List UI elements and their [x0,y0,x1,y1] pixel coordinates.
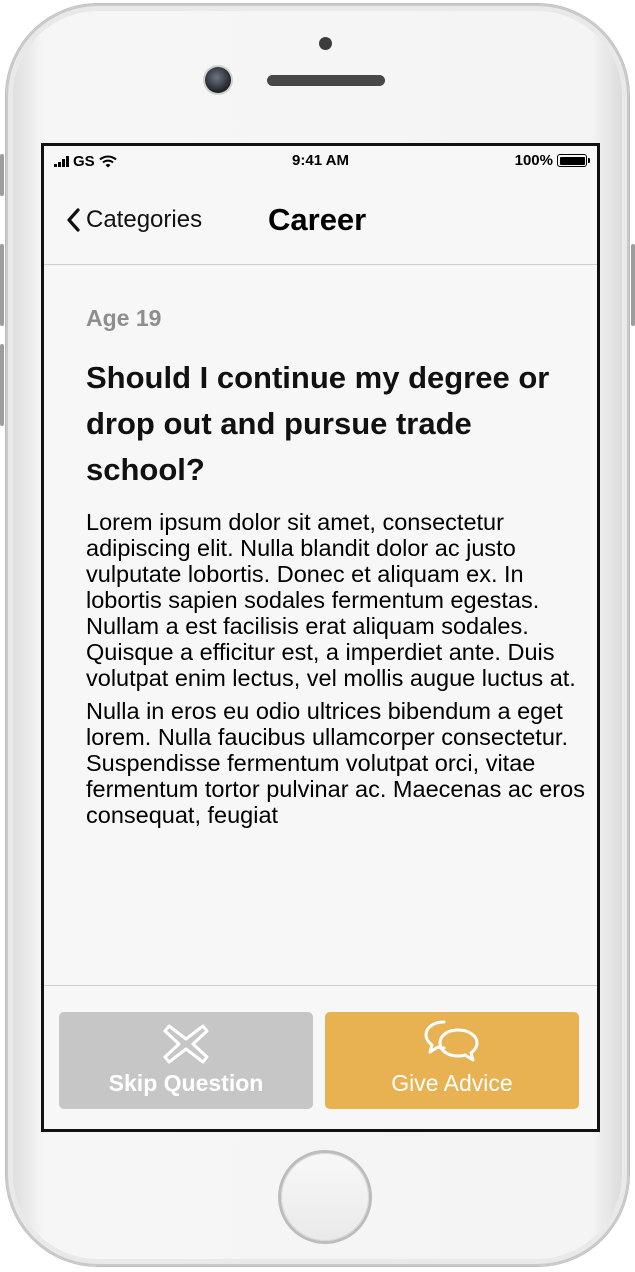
status-bar: GS 9:41 AM 100% [44,146,597,176]
chevron-left-icon [67,208,80,232]
action-bar: Skip Question Give Advice [44,985,597,1129]
page-title: Career [268,202,367,237]
back-button-label: Categories [86,206,203,233]
question-paragraph: Lorem ipsum dolor sit amet, consectetur … [86,509,576,691]
question-body: Lorem ipsum dolor sit amet, consectetur … [86,509,586,835]
front-camera [205,67,231,93]
asker-age: Age 19 [86,305,162,331]
question-paragraph: Nulla in eros eu odio ultrices bibendum … [86,698,585,828]
skip-question-label: Skip Question [108,1070,264,1096]
close-x-icon [163,1024,209,1064]
question-title: Should I continue my degree or drop out … [86,360,550,487]
battery-icon [557,154,590,167]
mute-switch [0,154,4,196]
earpiece-speaker [267,75,385,86]
volume-up-button [0,244,4,326]
skip-question-button[interactable]: Skip Question [59,1012,313,1109]
give-advice-label: Give Advice [391,1070,513,1096]
proximity-sensor [319,37,332,50]
battery-percent: 100% [514,152,553,169]
back-button[interactable]: Categories [66,206,202,234]
navigation-bar: Categories Career [44,176,597,265]
chat-bubbles-icon [424,1020,479,1062]
volume-down-button [0,344,4,426]
power-button [631,244,635,326]
question-content[interactable]: Age 19 Should I continue my degree or dr… [44,265,597,985]
screen: GS 9:41 AM 100% Categories Career Age 19… [41,143,600,1132]
give-advice-button[interactable]: Give Advice [325,1012,579,1109]
home-button[interactable] [281,1153,369,1241]
